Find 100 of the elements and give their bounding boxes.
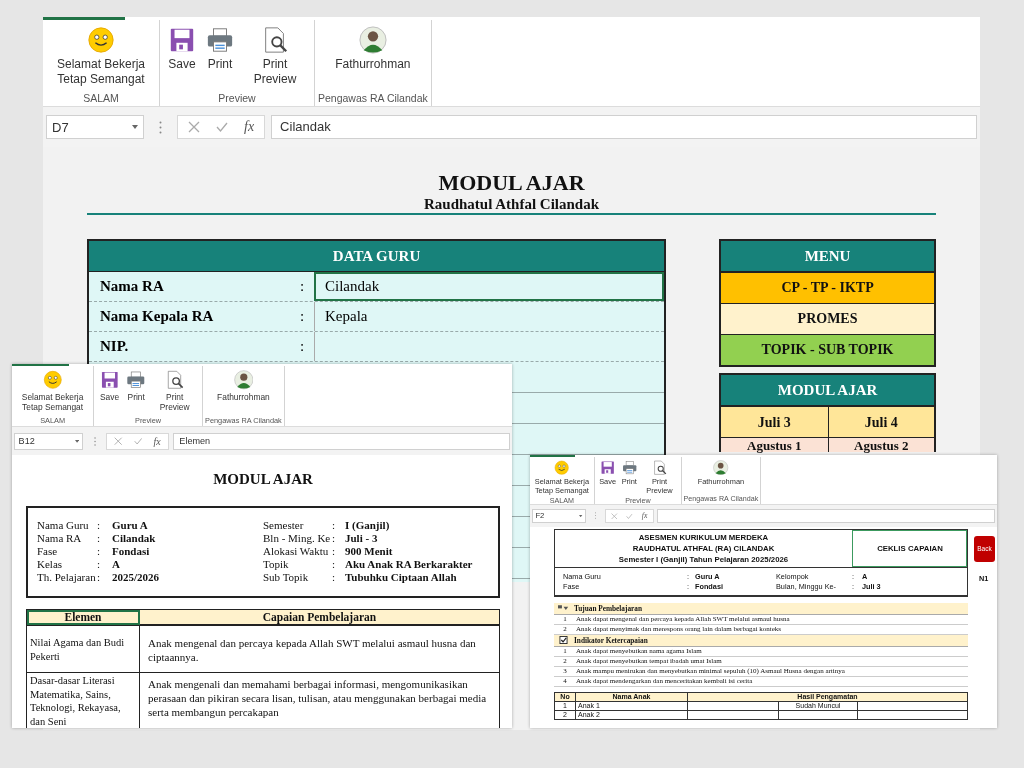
ribbon-button[interactable]: Print: [618, 458, 640, 488]
menu-item[interactable]: Agustus 2: [827, 437, 934, 452]
avatar-icon: [233, 370, 254, 390]
field-value: A: [112, 558, 121, 572]
menu-item[interactable]: Juli 4: [827, 406, 934, 437]
panel-heading: MODUL AJAR: [721, 375, 934, 406]
group-label: Preview: [218, 92, 256, 104]
field-label: Semester: [263, 519, 305, 533]
colon: :: [332, 519, 337, 533]
filter-icon: [558, 604, 569, 613]
printer-icon: [126, 370, 146, 390]
field-label: Sub Topik: [263, 571, 310, 585]
colon: :: [300, 308, 306, 325]
panel-heading: MENU: [721, 241, 934, 272]
column-header: Elemen: [26, 609, 140, 626]
field-label: Nama Kepala RA: [99, 308, 215, 325]
field-label: Topik: [263, 558, 290, 572]
insert-function-button[interactable]: fx: [244, 119, 255, 135]
panel-heading: DATA GURU: [89, 241, 665, 272]
caret-icon: [74, 439, 79, 443]
field-value: 900 Menit: [345, 545, 394, 559]
field-label: NIP.: [99, 338, 130, 355]
formula-field[interactable]: Elemen: [172, 432, 510, 450]
field-value: I (Ganjil): [345, 519, 391, 533]
colon: :: [332, 532, 337, 546]
smiley-icon: [87, 26, 115, 54]
formula-field[interactable]: [657, 508, 996, 523]
colon: :: [97, 519, 102, 533]
caret-icon: [132, 125, 138, 129]
ribbon-button[interactable]: Save: [596, 458, 619, 488]
table-cell: Anak mengenal dan percaya kepada Allah SWT melalui asmaul husna dan ciptaannya.: [139, 625, 500, 673]
avatar-icon: [713, 459, 729, 476]
field-label: Bln - Ming. Ke: [263, 532, 332, 546]
group-label: Pengawas RA Cilandak: [318, 92, 428, 104]
printer-icon: [621, 459, 637, 476]
colon: :: [332, 545, 337, 559]
colon: :: [97, 532, 102, 546]
field-value: Juli - 3: [345, 532, 379, 546]
save-icon: [599, 459, 616, 476]
menu-item[interactable]: Agustus 1: [721, 437, 828, 452]
colon: :: [300, 338, 306, 355]
field-value: Cilandak: [112, 532, 157, 546]
field-value: Aku Anak RA Berkarakter: [345, 558, 473, 572]
colon: :: [97, 558, 102, 572]
ribbon-button[interactable]: Selamat Bekerja Tetap Semangat: [14, 368, 92, 415]
insert-function-button[interactable]: fx: [153, 435, 161, 447]
column-header: Capaian Pembelajaran: [139, 609, 500, 626]
more-icon: [594, 512, 597, 520]
ribbon-button[interactable]: Selamat Bekerja Tetap Semangat: [531, 458, 593, 497]
check-icon[interactable]: [216, 121, 228, 133]
menu-item[interactable]: Juli 3: [721, 406, 828, 437]
ribbon-button[interactable]: Print Preview: [639, 458, 680, 497]
ribbon-button[interactable]: Print: [201, 24, 239, 74]
ribbon-button[interactable]: Fathurrohman: [694, 458, 747, 488]
name-box[interactable]: D7: [46, 115, 144, 139]
ribbon-button[interactable]: Print Preview: [239, 24, 311, 89]
colon: :: [332, 558, 337, 572]
formula-field[interactable]: Cilandak: [271, 115, 977, 139]
colon: :: [300, 278, 306, 295]
ribbon-button[interactable]: Fathurrohman: [213, 368, 274, 404]
value-cell[interactable]: Cilandak: [314, 272, 665, 301]
save-icon: [99, 370, 120, 390]
menu-item[interactable]: PROMES: [721, 303, 934, 334]
colon: :: [97, 571, 102, 585]
colon: :: [97, 545, 102, 559]
ribbon-button[interactable]: Save: [96, 368, 123, 404]
cancel-icon[interactable]: [188, 121, 200, 133]
ribbon-button[interactable]: Save: [163, 24, 201, 74]
value-cell[interactable]: Kepala: [314, 302, 665, 331]
field-label: Kelas: [37, 558, 64, 572]
page-title: MODUL AJAR: [437, 171, 586, 195]
caret-icon: [579, 514, 583, 517]
group-label: SALAM: [83, 92, 119, 104]
smiley-icon: [42, 370, 63, 390]
field-label: Nama RA: [37, 532, 83, 546]
field-label: Alokasi Waktu: [263, 545, 330, 559]
field-label: Nama Guru: [37, 519, 90, 533]
field-value: Tubuhku Ciptaan Allah: [345, 571, 458, 585]
ribbon-button[interactable]: Selamat Bekerja Tetap Semangat: [46, 24, 156, 89]
ribbon-button[interactable]: Fathurrohman: [330, 24, 416, 74]
page-subtitle: Raudhatul Athfal Cilandak: [422, 195, 601, 213]
save-icon: [168, 26, 196, 54]
printer-icon: [206, 26, 234, 54]
field-label: Fase: [37, 545, 59, 559]
menu-item[interactable]: CP - TP - IKTP: [721, 272, 934, 303]
field-label: Nama RA: [99, 278, 165, 295]
field-value: Fondasi: [112, 545, 151, 559]
field-value: Guru A: [112, 519, 149, 533]
name-box[interactable]: B12: [14, 432, 84, 450]
ribbon-button[interactable]: Print Preview: [149, 368, 200, 415]
table-cell: Dasar-dasar Literasi Matematika, Sains, Teknologi, Rekayasa, dan Seni: [26, 672, 140, 728]
smiley-icon: [554, 459, 570, 476]
field-label: Th. Pelajaran: [37, 571, 97, 585]
insert-function-button[interactable]: fx: [641, 511, 648, 521]
colon: :: [332, 571, 337, 585]
checkbox-icon: [558, 636, 569, 645]
page-title: MODUL AJAR: [212, 471, 314, 489]
table-cell: Nilai Agama dan Budi Pekerti: [26, 625, 140, 673]
ribbon-button[interactable]: Print: [122, 368, 150, 404]
menu-item[interactable]: TOPIK - SUB TOPIK: [721, 334, 934, 365]
